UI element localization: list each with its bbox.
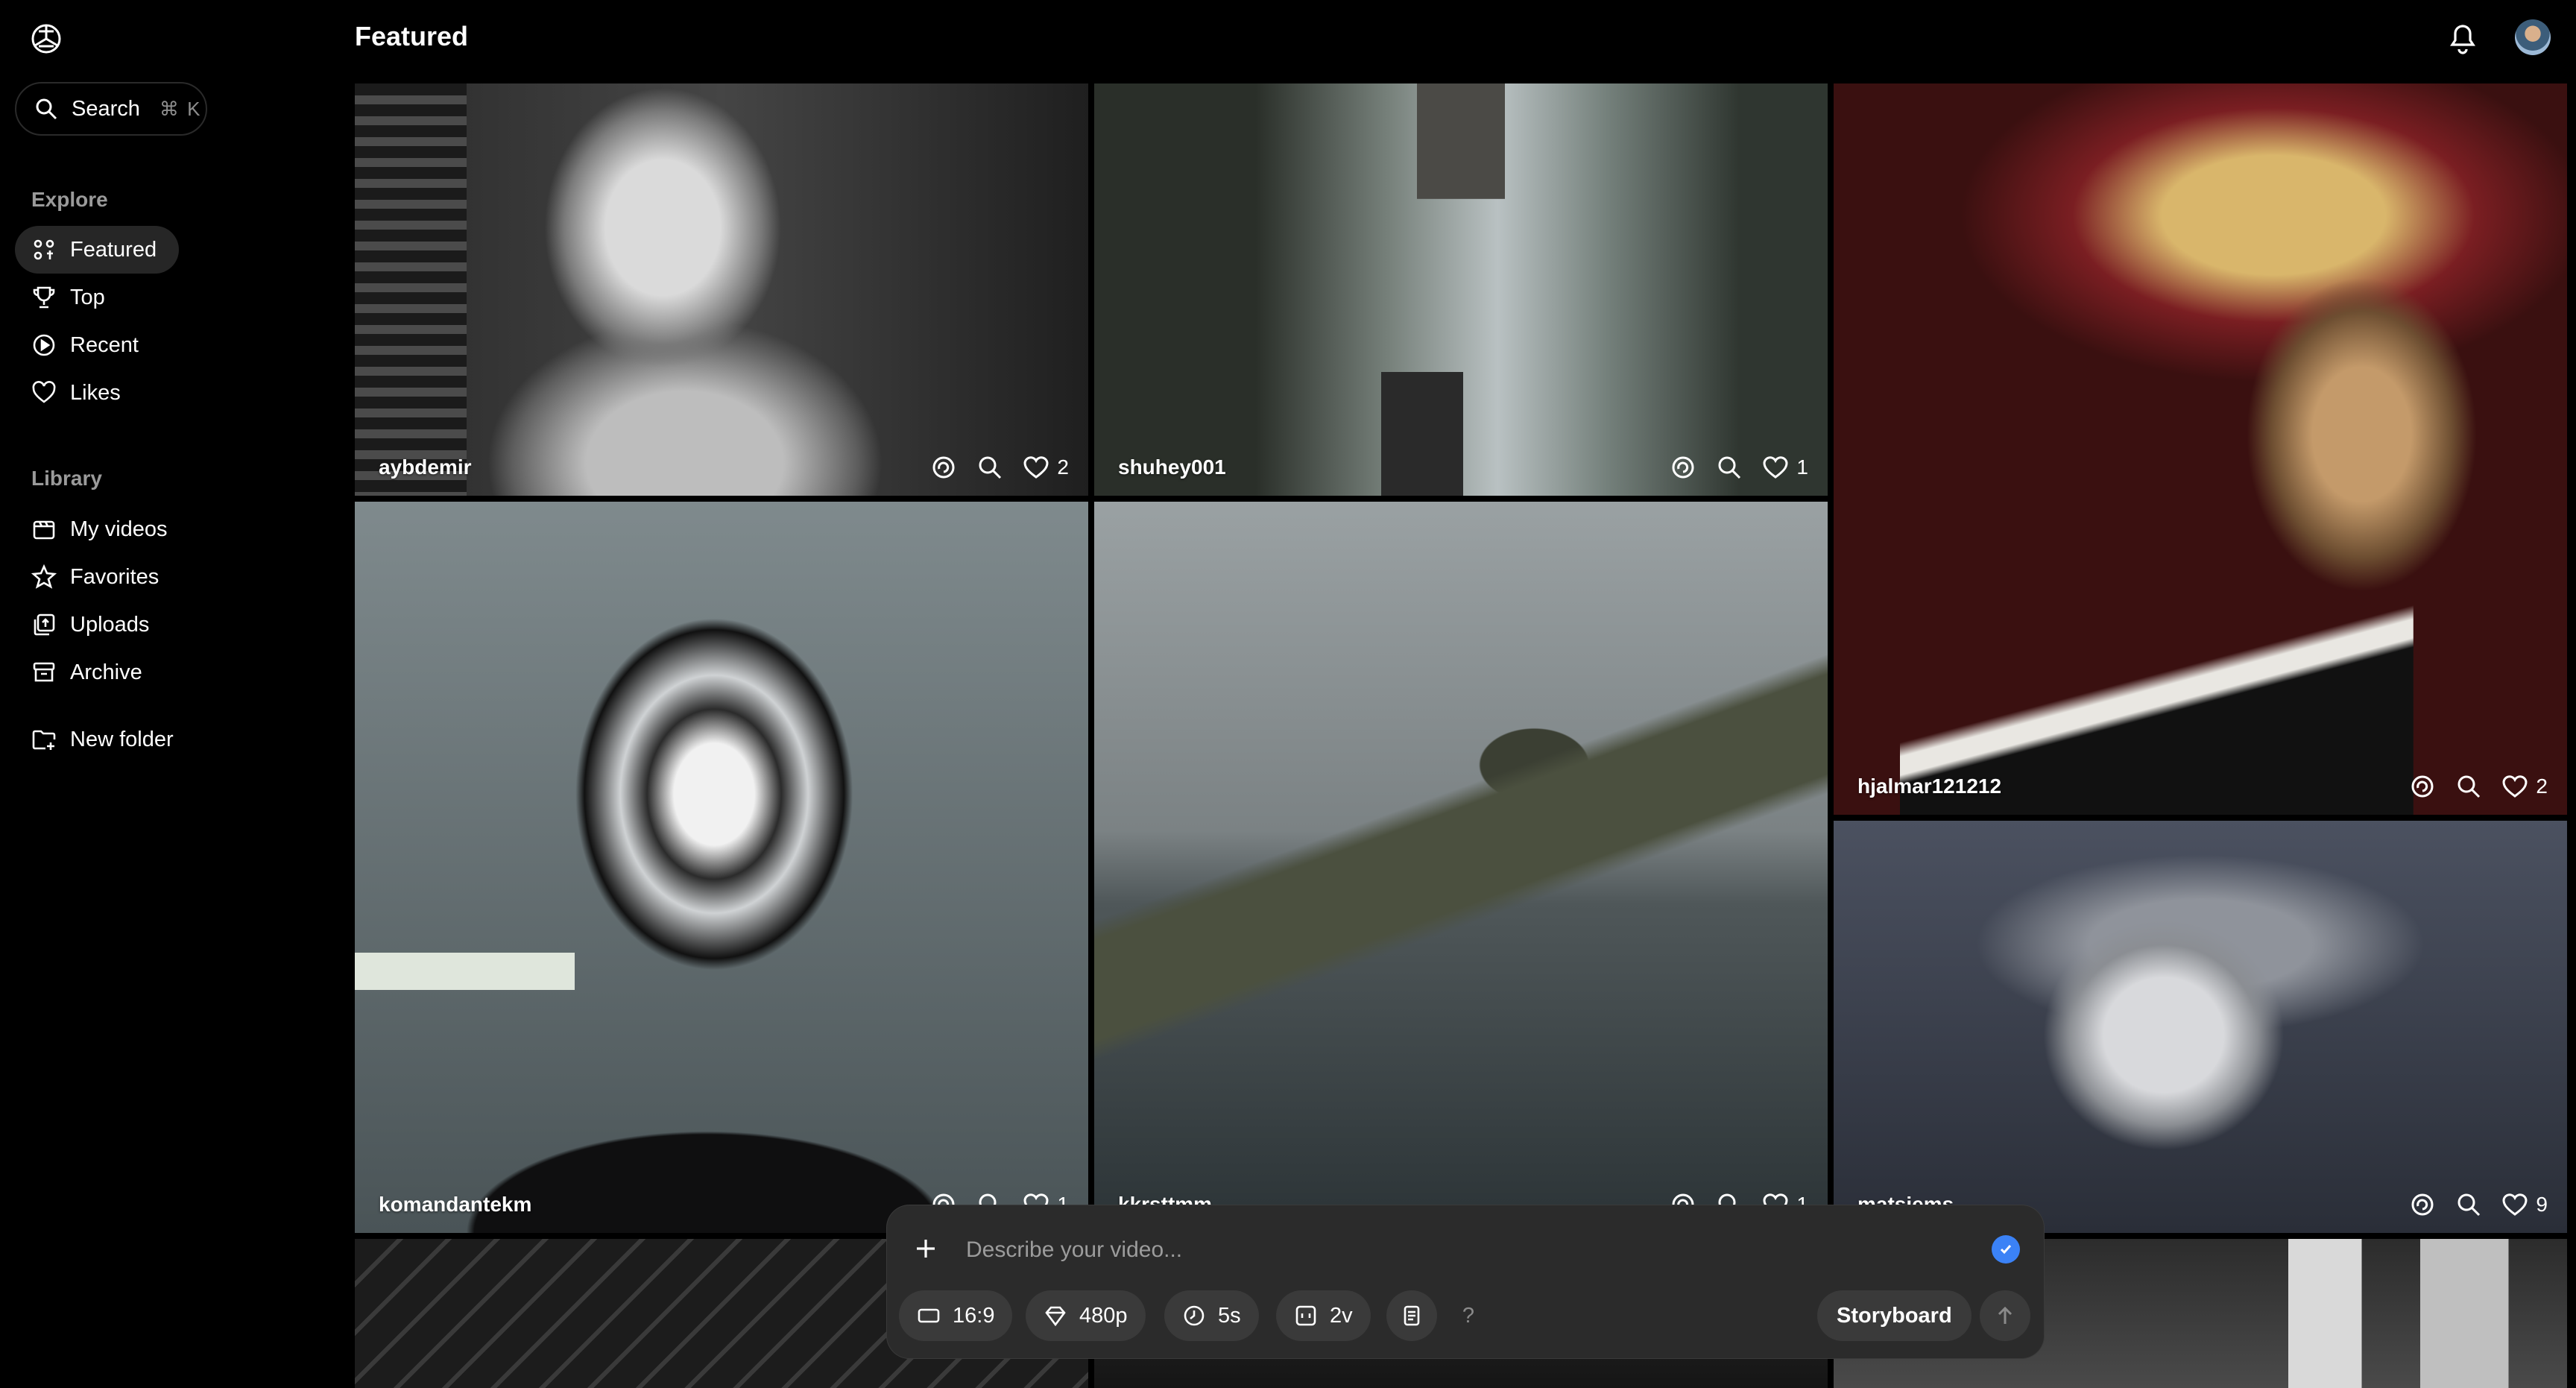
sidebar-item-label: Likes xyxy=(70,380,121,405)
new-folder-button[interactable]: New folder xyxy=(15,716,196,763)
sidebar-item-uploads[interactable]: Uploads xyxy=(15,601,171,649)
sidebar-item-archive[interactable]: Archive xyxy=(15,649,165,696)
trophy-icon xyxy=(33,286,55,309)
sidebar-item-top[interactable]: Top xyxy=(15,274,127,321)
explore-section-title: Explore xyxy=(31,188,108,211)
sidebar-item-label: Uploads xyxy=(70,612,150,637)
star-icon xyxy=(31,564,57,589)
variations-value: 2v xyxy=(1330,1303,1353,1328)
like-button[interactable]: 1 xyxy=(1762,454,1808,481)
sidebar-item-label: Recent xyxy=(70,332,139,357)
page-title: Featured xyxy=(355,21,469,51)
check-icon xyxy=(2000,1245,2012,1255)
video-actions: 2 xyxy=(2409,773,2548,800)
remix-icon[interactable] xyxy=(1670,454,1696,481)
sidebar-item-label: My videos xyxy=(70,517,168,541)
video-actions: 9 xyxy=(2409,1191,2548,1218)
diamond-icon xyxy=(1045,1306,1066,1327)
heart-icon xyxy=(1763,456,1788,479)
storyboard-preset-button[interactable] xyxy=(1386,1290,1437,1341)
variations-icon xyxy=(1295,1305,1316,1326)
video-actions: 2 xyxy=(930,454,1069,481)
heart-icon xyxy=(2502,1193,2528,1216)
user-avatar[interactable] xyxy=(2515,19,2551,55)
duration-chip[interactable]: 5s xyxy=(1164,1290,1259,1341)
like-button[interactable]: 2 xyxy=(1023,454,1069,481)
heart-icon xyxy=(1023,456,1049,479)
sidebar-item-featured[interactable]: Featured xyxy=(15,226,180,274)
plus-icon[interactable] xyxy=(912,1235,939,1262)
variations-chip[interactable]: 2v xyxy=(1276,1290,1371,1341)
video-card[interactable]: hjalmar121212 2 xyxy=(1834,83,2567,815)
sidebar-item-label: Featured xyxy=(70,237,157,262)
bell-icon[interactable] xyxy=(2446,19,2479,55)
search-icon[interactable] xyxy=(1716,454,1743,481)
video-card[interactable]: matsiems 9 xyxy=(1834,821,2567,1233)
help-button[interactable]: ? xyxy=(1443,1290,1494,1341)
video-author[interactable]: aybdemir xyxy=(379,455,472,479)
sidebar: Search ⌘ K Explore Featured Top Recent L… xyxy=(0,0,328,1367)
help-label: ? xyxy=(1462,1303,1475,1328)
video-card[interactable]: aybdemir 2 xyxy=(355,83,1088,496)
like-button[interactable]: 9 xyxy=(2501,1191,2548,1218)
sidebar-item-label: Top xyxy=(70,285,105,309)
storyboard-button[interactable]: Storyboard xyxy=(1817,1290,1972,1341)
clock-icon xyxy=(1184,1305,1205,1326)
prompt-composer: 16:9 480p 5s 2v ? Storyboard xyxy=(887,1205,2044,1358)
search-shortcut: ⌘ K xyxy=(159,97,202,120)
check-badge[interactable] xyxy=(1992,1235,2020,1264)
remix-icon[interactable] xyxy=(2409,773,2436,800)
like-count: 9 xyxy=(2536,1193,2548,1216)
resolution-value: 480p xyxy=(1079,1303,1128,1328)
video-card[interactable]: shuhey001 1 xyxy=(1094,83,1828,496)
search-icon[interactable] xyxy=(976,454,1003,481)
aspect-ratio-value: 16:9 xyxy=(953,1303,995,1328)
upload-icon xyxy=(34,613,55,636)
remix-icon[interactable] xyxy=(930,454,957,481)
video-author[interactable]: shuhey001 xyxy=(1118,455,1226,479)
search-icon[interactable] xyxy=(2455,1191,2482,1218)
sidebar-item-label: Favorites xyxy=(70,564,160,589)
like-button[interactable]: 2 xyxy=(2501,773,2548,800)
video-card[interactable]: kkrsttmm 1 xyxy=(1094,502,1828,1233)
play-circle-icon xyxy=(33,334,55,356)
heart-icon xyxy=(32,381,56,403)
archive-icon xyxy=(33,662,55,682)
video-author[interactable]: hjalmar121212 xyxy=(1857,775,2001,798)
resolution-chip[interactable]: 480p xyxy=(1026,1290,1146,1341)
sidebar-item-my-videos[interactable]: My videos xyxy=(15,505,190,553)
search-icon[interactable] xyxy=(2455,773,2482,800)
search-icon xyxy=(36,98,57,120)
sparkle-tree-icon xyxy=(34,239,54,260)
duration-value: 5s xyxy=(1218,1303,1241,1328)
sidebar-item-favorites[interactable]: Favorites xyxy=(15,553,181,601)
openai-logo-icon[interactable] xyxy=(28,21,64,57)
library-section-title: Library xyxy=(31,467,102,490)
aspect-ratio-chip[interactable]: 16:9 xyxy=(899,1290,1013,1341)
storyboard-label: Storyboard xyxy=(1837,1303,1952,1328)
remix-icon[interactable] xyxy=(2409,1191,2436,1218)
sidebar-item-likes[interactable]: Likes xyxy=(15,369,143,417)
film-icon xyxy=(33,520,55,540)
video-card[interactable]: komandantekm 1 xyxy=(355,502,1088,1233)
folder-plus-icon xyxy=(32,730,56,750)
like-count: 2 xyxy=(2536,775,2548,798)
new-folder-label: New folder xyxy=(70,727,174,751)
aspect-ratio-icon xyxy=(918,1308,940,1323)
like-count: 2 xyxy=(1057,455,1069,479)
prompt-input[interactable] xyxy=(965,1232,1899,1268)
search-button[interactable]: Search ⌘ K xyxy=(15,82,207,136)
video-author[interactable]: komandantekm xyxy=(379,1193,531,1217)
like-count: 1 xyxy=(1796,455,1808,479)
sidebar-item-label: Archive xyxy=(70,660,142,684)
send-button[interactable] xyxy=(1980,1290,2030,1341)
document-icon xyxy=(1404,1305,1420,1326)
arrow-up-icon xyxy=(1998,1306,2012,1324)
sidebar-item-recent[interactable]: Recent xyxy=(15,321,161,369)
search-label: Search xyxy=(72,96,140,121)
video-actions: 1 xyxy=(1670,454,1808,481)
heart-icon xyxy=(2502,775,2528,798)
